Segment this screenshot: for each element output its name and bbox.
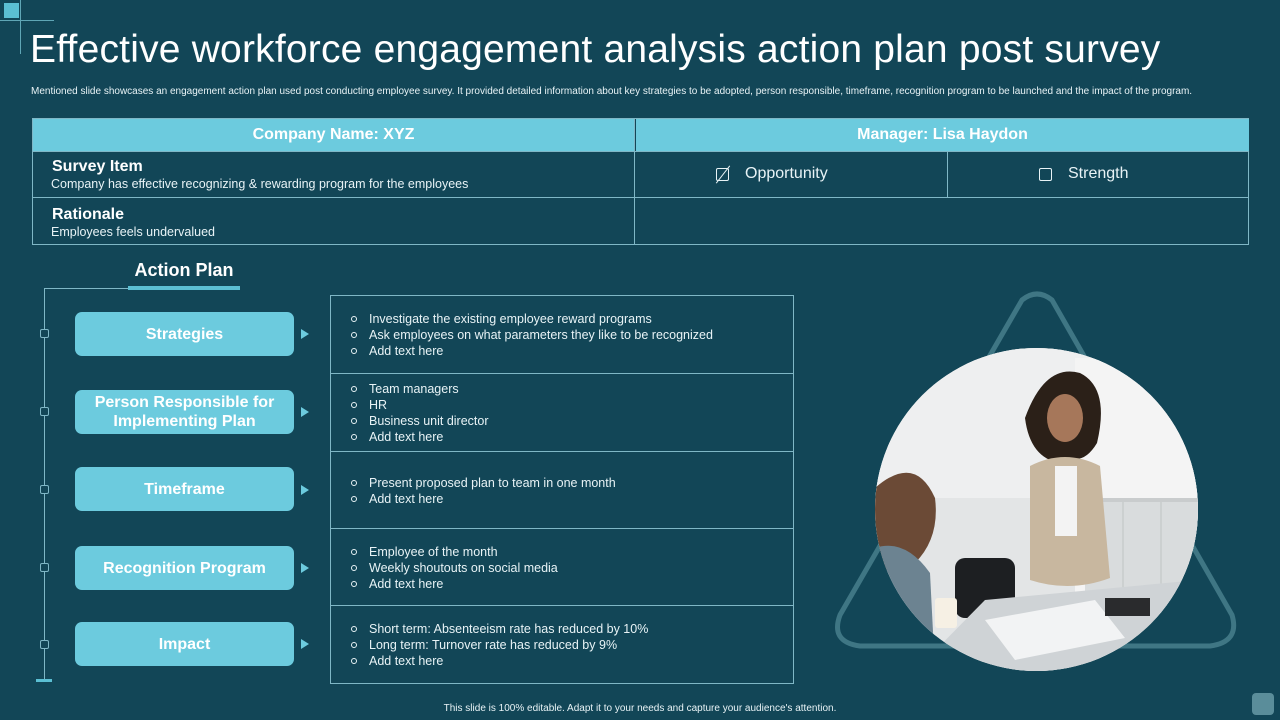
list-item: Employee of the month bbox=[331, 544, 793, 560]
impact-label: Impact bbox=[75, 622, 294, 666]
arrow-right-icon bbox=[301, 563, 309, 573]
list-item: Long term: Turnover rate has reduced by … bbox=[331, 637, 793, 653]
table-divider bbox=[33, 151, 1248, 152]
arrow-right-icon bbox=[301, 329, 309, 339]
list-item: Short term: Absenteeism rate has reduced… bbox=[331, 621, 793, 637]
empty-checkbox-icon[interactable] bbox=[1039, 167, 1052, 181]
survey-item-text: Company has effective recognizing & rewa… bbox=[51, 177, 469, 191]
rationale-text: Employees feels undervalued bbox=[51, 225, 215, 239]
photo-illustration bbox=[830, 290, 1245, 671]
timeline-line bbox=[44, 288, 45, 680]
survey-summary-table: Company Name: XYZ Manager: Lisa Haydon S… bbox=[32, 118, 1249, 245]
list-item: Add text here bbox=[331, 576, 793, 592]
timeframe-details: Present proposed plan to team in one mon… bbox=[331, 452, 793, 529]
bullet-icon bbox=[351, 564, 357, 571]
heading-underline bbox=[128, 286, 240, 290]
bullet-icon bbox=[351, 625, 357, 632]
timeline-node bbox=[40, 485, 49, 494]
rationale-title: Rationale bbox=[52, 206, 125, 223]
office-scene-illustration bbox=[875, 348, 1198, 671]
slide-footer: This slide is 100% editable. Adapt it to… bbox=[443, 703, 837, 714]
timeline-node bbox=[40, 563, 49, 572]
corner-square bbox=[4, 3, 19, 18]
company-name-header: Company Name: XYZ bbox=[33, 119, 634, 151]
list-item: HR bbox=[331, 397, 793, 413]
checked-box-icon[interactable] bbox=[716, 167, 729, 181]
list-item: Add text here bbox=[331, 429, 793, 445]
timeline-node bbox=[40, 407, 49, 416]
list-item: Investigate the existing employee reward… bbox=[331, 311, 793, 327]
list-item: Business unit director bbox=[331, 413, 793, 429]
corner-square bbox=[1252, 693, 1274, 715]
bullet-icon bbox=[351, 315, 357, 322]
option-label: Strength bbox=[1068, 165, 1129, 182]
bullet-icon bbox=[351, 417, 357, 424]
list-item: Present proposed plan to team in one mon… bbox=[331, 475, 793, 491]
bullet-icon bbox=[351, 331, 357, 338]
list-item: Add text here bbox=[331, 491, 793, 507]
bullet-icon bbox=[351, 433, 357, 440]
action-plan-heading: Action Plan bbox=[134, 260, 234, 280]
bullet-icon bbox=[351, 385, 357, 392]
list-item: Weekly shoutouts on social media bbox=[331, 560, 793, 576]
manager-header: Manager: Lisa Haydon bbox=[636, 119, 1249, 151]
bullet-icon bbox=[351, 495, 357, 502]
bullet-icon bbox=[351, 401, 357, 408]
arrow-right-icon bbox=[301, 639, 309, 649]
option-label: Opportunity bbox=[745, 165, 828, 182]
timeline-line bbox=[44, 288, 128, 289]
timeline-node bbox=[40, 640, 49, 649]
bullet-icon bbox=[351, 548, 357, 555]
bullet-icon bbox=[351, 347, 357, 354]
strength-option[interactable]: Strength bbox=[1039, 165, 1128, 183]
bullet-icon bbox=[351, 580, 357, 587]
list-item: Ask employees on what parameters they li… bbox=[331, 327, 793, 343]
action-plan-details: Investigate the existing employee reward… bbox=[330, 295, 794, 684]
table-divider bbox=[634, 119, 635, 244]
timeline-end-mark bbox=[36, 679, 52, 682]
person-responsible-details: Team managers HR Business unit director … bbox=[331, 374, 793, 451]
opportunity-option[interactable]: Opportunity bbox=[716, 165, 828, 183]
strategies-label: Strategies bbox=[75, 312, 294, 356]
corner-line bbox=[20, 0, 21, 54]
recognition-program-label: Recognition Program bbox=[75, 546, 294, 590]
timeframe-label: Timeframe bbox=[75, 467, 294, 511]
person-responsible-label: Person Responsible for Implementing Plan bbox=[75, 390, 294, 434]
office-photo bbox=[875, 348, 1198, 671]
table-divider bbox=[947, 151, 948, 198]
bullet-icon bbox=[351, 657, 357, 664]
recognition-program-details: Employee of the month Weekly shoutouts o… bbox=[331, 529, 793, 606]
arrow-right-icon bbox=[301, 485, 309, 495]
list-item: Add text here bbox=[331, 653, 793, 669]
corner-line bbox=[0, 20, 54, 21]
bullet-icon bbox=[351, 479, 357, 486]
table-divider bbox=[33, 197, 1248, 198]
arrow-right-icon bbox=[301, 407, 309, 417]
slide-subtitle: Mentioned slide showcases an engagement … bbox=[31, 86, 1193, 97]
timeline-node bbox=[40, 329, 49, 338]
slide-title: Effective workforce engagement analysis … bbox=[30, 28, 1161, 71]
bullet-icon bbox=[351, 641, 357, 648]
list-item: Add text here bbox=[331, 343, 793, 359]
strategies-details: Investigate the existing employee reward… bbox=[331, 296, 793, 373]
impact-details: Short term: Absenteeism rate has reduced… bbox=[331, 606, 793, 683]
list-item: Team managers bbox=[331, 381, 793, 397]
survey-item-title: Survey Item bbox=[52, 158, 143, 175]
